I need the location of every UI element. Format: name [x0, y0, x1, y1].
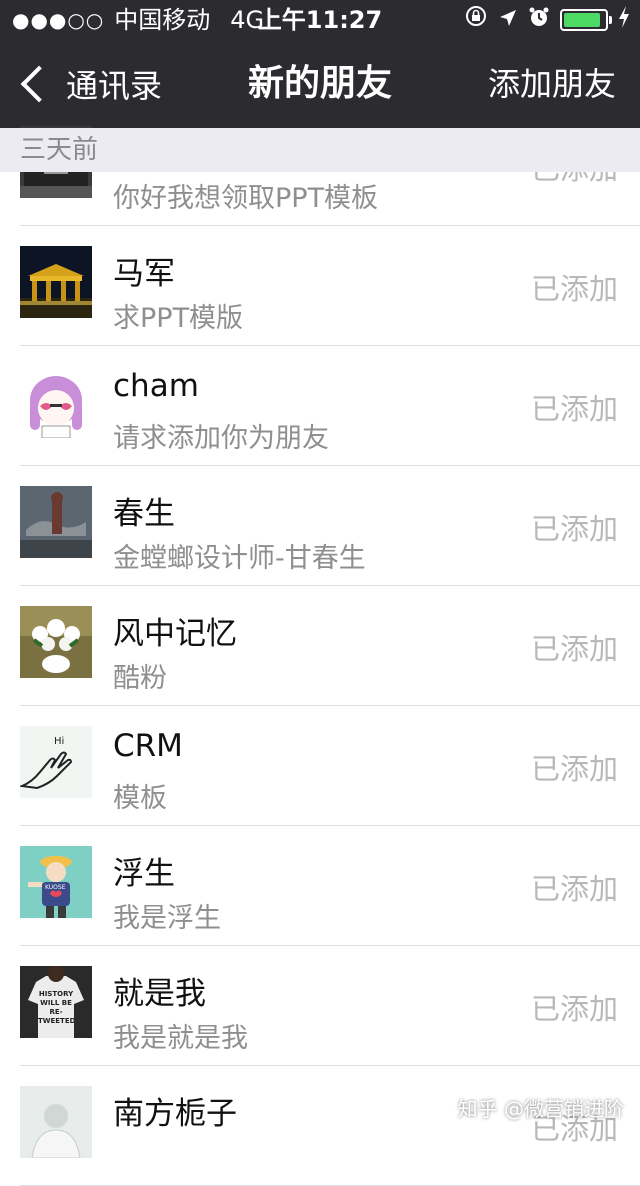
alarm-clock-icon [528, 0, 550, 40]
chevron-left-icon [20, 65, 58, 103]
friend-row[interactable]: HISTORY WILL BE RE-TWEETED 就是我 我是就是我 已添加 [20, 946, 640, 1066]
friend-name: 春生 [113, 496, 175, 532]
friend-message: 求PPT模版 [113, 303, 244, 334]
sculpture-avatar [20, 486, 92, 558]
watermark: 知乎 @微营销进阶 [457, 1097, 624, 1121]
friend-name: cham [113, 368, 199, 404]
charging-bolt-icon [618, 0, 630, 40]
added-status: 已添加 [530, 872, 618, 906]
page-title: 新的朋友 [247, 63, 392, 104]
friend-name: 南方栀子 [113, 1096, 237, 1132]
gate-night-avatar [20, 246, 92, 318]
added-status: 已添加 [530, 752, 618, 786]
friend-row[interactable]: KUOSE 浮生 我是浮生 已添加 [20, 826, 640, 946]
friend-message: 我是浮生 [113, 903, 221, 934]
friend-message: 我是就是我 [113, 1023, 248, 1054]
friend-name: 就是我 [113, 976, 206, 1012]
friend-message: 酷粉 [113, 663, 167, 694]
cartoon-boy-avatar: KUOSE [20, 846, 92, 918]
battery-icon [560, 9, 612, 31]
friend-row[interactable]: 马军 求PPT模版 已添加 [20, 226, 640, 346]
friend-request-list: 你好我想领取PPT模板 已添加 马军 求PPT模版 已添加 cham 请求添加你… [0, 106, 640, 1186]
added-status: 已添加 [530, 392, 618, 426]
friend-name: 风中记忆 [113, 616, 237, 652]
added-status: 已添加 [530, 272, 618, 306]
friend-row[interactable]: 春生 金螳螂设计师-甘春生 已添加 [20, 466, 640, 586]
status-right [464, 0, 630, 40]
added-status: 已添加 [530, 992, 618, 1026]
tshirt-avatar: HISTORY WILL BE RE-TWEETED [20, 966, 92, 1038]
hand-hi-text: Hi [54, 736, 64, 747]
friend-row[interactable]: 风中记忆 酷粉 已添加 [20, 586, 640, 706]
cartoon-girl-avatar [20, 366, 92, 438]
added-status: 已添加 [530, 632, 618, 666]
status-bar: ●●●○○ 中国移动 4G 上午11:27 [0, 0, 640, 40]
person-avatar [20, 1086, 92, 1158]
battery-level-fill [564, 13, 600, 27]
friend-message: 金螳螂设计师-甘春生 [113, 543, 366, 574]
friend-row[interactable]: 南方栀子 已添加 [20, 1066, 640, 1186]
friend-name: CRM [113, 728, 183, 764]
added-status: 已添加 [530, 512, 618, 546]
friend-message: 你好我想领取PPT模板 [113, 183, 379, 214]
tshirt-text: HISTORY WILL BE RE-TWEETED [38, 990, 74, 1025]
section-header: 三天前 [0, 128, 640, 172]
friend-row[interactable]: cham 请求添加你为朋友 已添加 [20, 346, 640, 466]
location-arrow-icon [498, 0, 518, 40]
friend-name: 浮生 [113, 856, 175, 892]
flowers-avatar [20, 606, 92, 678]
friend-message: 模板 [113, 783, 167, 814]
rotation-lock-icon [464, 0, 488, 40]
hand-hi-avatar: Hi [20, 726, 92, 798]
friend-message: 请求添加你为朋友 [113, 423, 329, 454]
back-label: 通讯录 [66, 67, 163, 105]
battery-tip [609, 16, 612, 24]
friend-name: 马军 [113, 256, 175, 292]
boy-shirt-text: KUOSE [45, 884, 66, 891]
friend-row[interactable]: Hi CRM 模板 已添加 [20, 706, 640, 826]
